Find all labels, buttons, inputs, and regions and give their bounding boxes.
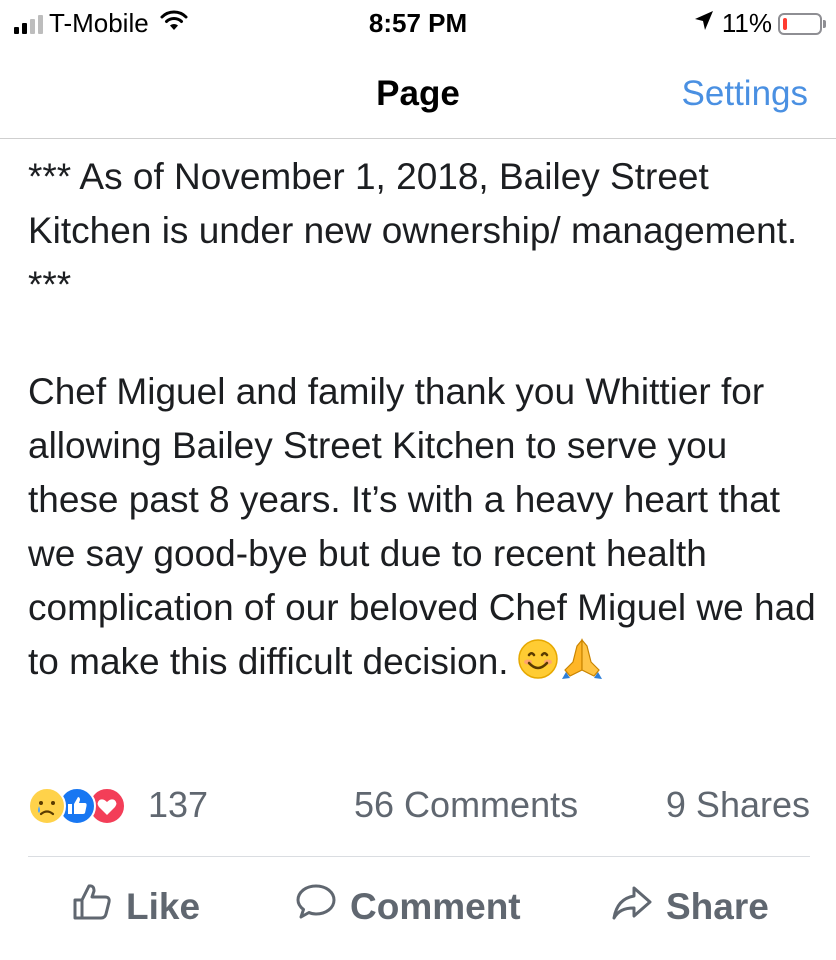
reaction-count[interactable]: 137: [148, 784, 208, 826]
battery-percent: 11%: [721, 8, 772, 38]
comments-count-link[interactable]: 56 Comments: [354, 784, 578, 826]
post-action-bar: Like Comment Share: [0, 858, 836, 954]
battery-tip: [823, 19, 826, 28]
smiling-face-emoji-icon: [517, 638, 559, 695]
settings-button[interactable]: Settings: [682, 74, 808, 114]
share-label: Share: [666, 885, 769, 927]
sad-reaction-icon: [28, 787, 66, 825]
nav-bar: Page Settings: [0, 60, 836, 139]
thumbs-up-icon: [70, 880, 126, 933]
folded-hands-emoji-icon: [561, 636, 603, 695]
share-button[interactable]: Share: [610, 880, 769, 933]
comment-button[interactable]: Comment: [294, 880, 521, 933]
battery-icon: [778, 12, 822, 35]
reaction-icons[interactable]: [28, 787, 126, 825]
location-arrow-icon: [694, 10, 714, 37]
comment-bubble-icon: [294, 880, 350, 933]
like-label: Like: [126, 885, 201, 927]
like-button[interactable]: Like: [70, 880, 200, 933]
share-arrow-icon: [610, 880, 666, 933]
battery-fill: [783, 17, 787, 30]
status-bar: T-Mobile 8:57 PM 11%: [0, 0, 836, 48]
post-body: *** As of November 1, 2018, Bailey Stree…: [28, 150, 818, 695]
shares-count-link[interactable]: 9 Shares: [666, 784, 810, 826]
post-paragraph-text: Chef Miguel and family thank you Whittie…: [28, 371, 816, 683]
post-paragraph: Chef Miguel and family thank you Whittie…: [28, 365, 818, 695]
divider: [28, 856, 810, 857]
post-paragraph: *** As of November 1, 2018, Bailey Stree…: [28, 156, 798, 306]
status-right: 11%: [694, 8, 826, 39]
post-stats-row: 137 56 Comments 9 Shares: [28, 780, 810, 832]
comment-label: Comment: [350, 885, 521, 927]
